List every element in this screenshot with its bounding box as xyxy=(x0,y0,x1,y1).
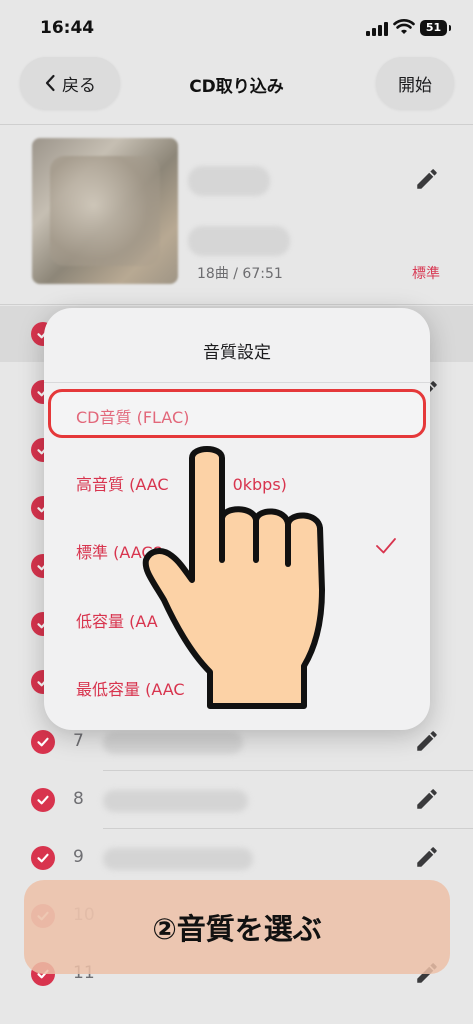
row-divider xyxy=(103,828,473,829)
start-button[interactable]: 開始 xyxy=(376,57,454,109)
quality-tag[interactable]: 標準 xyxy=(412,263,440,283)
track-title-blurred xyxy=(103,790,248,812)
step-caption: ②音質を選ぶ xyxy=(24,880,450,974)
album-meta: 18曲 / 67:51 xyxy=(197,266,283,282)
album-artwork xyxy=(32,138,178,284)
pencil-icon[interactable] xyxy=(414,786,440,812)
pencil-icon[interactable] xyxy=(414,728,440,754)
selection-highlight-frame xyxy=(48,389,426,438)
pencil-icon[interactable] xyxy=(414,166,440,192)
track-number: 8 xyxy=(73,789,84,809)
checkmark-circle-icon[interactable] xyxy=(31,730,55,754)
sheet-title: 音質設定 xyxy=(203,343,271,363)
album-divider xyxy=(0,304,473,305)
signal-icon xyxy=(366,22,388,36)
pencil-icon[interactable] xyxy=(414,844,440,870)
checkmark-circle-icon[interactable] xyxy=(31,788,55,812)
sheet-divider xyxy=(44,382,430,383)
wifi-icon xyxy=(393,19,415,34)
status-bar: 16:44 51 xyxy=(0,0,473,56)
status-time: 16:44 xyxy=(40,18,95,38)
pointing-hand-icon xyxy=(142,446,325,709)
track-number: 7 xyxy=(73,731,84,751)
row-divider xyxy=(103,770,473,771)
album-title-blurred xyxy=(188,166,270,196)
track-title-blurred xyxy=(103,732,243,754)
track-number: 9 xyxy=(73,847,84,867)
album-artist-blurred xyxy=(188,226,290,256)
checkmark-icon xyxy=(376,538,396,554)
track-title-blurred xyxy=(103,848,253,870)
checkmark-circle-icon[interactable] xyxy=(31,846,55,870)
header-divider xyxy=(0,124,473,125)
battery-icon: 51 xyxy=(420,20,451,36)
